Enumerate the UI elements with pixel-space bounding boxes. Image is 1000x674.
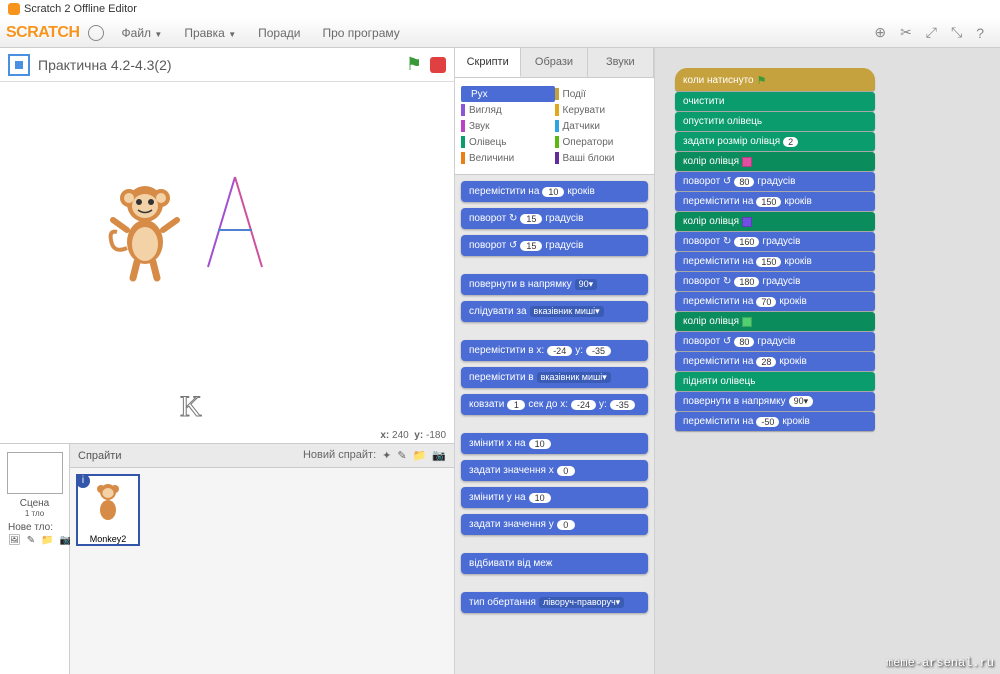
block-turn-cw[interactable]: поворот ↻15градусів [461,208,648,229]
cat-operators[interactable]: Оператори [555,134,649,150]
script-move-4[interactable]: перемістити на28кроків [675,352,875,371]
new-sprite-label: Новий спрайт: [303,449,376,462]
script-point-dir[interactable]: повернути в напрямку90▾ [675,392,875,411]
script-turn-3[interactable]: поворот ↻180градусів [675,272,875,291]
script-pen-up[interactable]: підняти олівець [675,372,875,391]
backdrop-count: 1 тло [4,509,65,518]
scene-label: Сцена [4,498,65,509]
toolbar-tools: ⊕ ✂ ⤢ ⤡ ? [874,24,994,41]
sprite-library-icon[interactable]: ✦ [382,449,391,462]
menu-bar: SCRATCH Файл ▼ Правка ▼ Поради Про прогр… [0,18,1000,48]
script-clear[interactable]: очистити [675,92,875,111]
sprite-monkey[interactable] [105,182,185,282]
stage-canvas[interactable]: K x: 240 y: -180 [0,82,454,444]
drawn-letter-a [200,172,270,272]
letter-k-outline: K [180,390,202,424]
sprite-camera-icon[interactable]: 📷 [432,449,446,462]
backdrop-thumb[interactable] [7,452,63,494]
menu-about[interactable]: Про програму [312,22,409,44]
cat-events[interactable]: Події [555,86,649,102]
cat-more[interactable]: Ваші блоки [555,150,649,166]
script-move-1[interactable]: перемістити на150кроків [675,192,875,211]
help-icon[interactable]: ? [976,25,984,41]
fullscreen-icon[interactable] [8,54,30,76]
tab-scripts[interactable]: Скрипти [455,48,521,77]
block-point-direction[interactable]: повернути в напрямку90▾ [461,274,648,295]
sprite-upload-icon[interactable]: 📁 [413,449,427,462]
block-move-steps[interactable]: перемістити на10кроків [461,181,648,202]
stamp-icon[interactable]: ⊕ [874,24,886,41]
block-palette: перемістити на10кроків поворот ↻15градус… [455,175,654,674]
script-move-2[interactable]: перемістити на150кроків [675,252,875,271]
green-flag-icon[interactable]: ⚑ [406,54,422,75]
sprites-panel: Спрайти Новий спрайт: ✦ ✎ 📁 📷 i [70,444,454,674]
menu-file[interactable]: Файл ▼ [112,22,173,44]
cat-data[interactable]: Величини [461,150,555,166]
block-set-x[interactable]: задати значення x0 [461,460,648,481]
bg-library-icon[interactable]: 🖼 [8,535,21,546]
block-turn-ccw[interactable]: поворот ↺15градусів [461,235,648,256]
shrink-icon[interactable]: ⤡ [951,24,962,41]
block-bounce[interactable]: відбивати від меж [461,553,648,574]
block-change-y[interactable]: змінити y на10 [461,487,648,508]
script-move-last[interactable]: перемістити на-50кроків [675,412,875,431]
grow-icon[interactable]: ⤢ [926,24,937,41]
stage-header: v460 Практична 4.2-4.3(2) ⚑ [0,48,454,82]
menu-edit[interactable]: Правка ▼ [174,22,246,44]
new-backdrop-label: Нове тло: 🖼 ✎ 📁 📷 [4,518,65,550]
sprite-info-icon[interactable]: i [76,474,90,488]
stop-button[interactable] [430,57,446,73]
block-goto[interactable]: перемістити ввказівник миші▾ [461,367,648,388]
scripts-area[interactable]: коли натиснуто⚑ очистити опустити олівец… [655,48,1000,674]
tab-sounds[interactable]: Звуки [588,48,654,77]
bg-upload-icon[interactable]: 📁 [41,535,53,546]
block-rotation-style[interactable]: тип обертанняліворуч-праворуч▾ [461,592,648,613]
script-turn-2[interactable]: поворот ↻160градусів [675,232,875,251]
window-title-bar: Scratch 2 Offline Editor [0,0,1000,18]
mouse-coords: x: 240 y: -180 [380,430,446,441]
tab-costumes[interactable]: Образи [521,48,587,77]
script-pen-size[interactable]: задати розмір олівця2 [675,132,875,151]
block-set-y[interactable]: задати значення y0 [461,514,648,535]
scratch-logo[interactable]: SCRATCH [6,24,80,42]
scratch-app-icon [8,3,20,15]
script-pen-color-2[interactable]: колір олівця [675,212,875,231]
cat-pen[interactable]: Олівець [461,134,555,150]
sprite-thumb-monkey2[interactable]: i Monkey2 [76,474,140,546]
block-categories: РухПодії ВиглядКерувати ЗвукДатчики Олів… [455,78,654,175]
sprite-paint-icon[interactable]: ✎ [397,449,406,462]
tabs: Скрипти Образи Звуки [455,48,654,78]
window-title: Scratch 2 Offline Editor [24,3,137,15]
script-pen-color-3[interactable]: колір олівця [675,312,875,331]
sprites-label: Спрайти [78,450,121,462]
cat-sound[interactable]: Звук [461,118,555,134]
language-icon[interactable] [88,25,104,41]
cat-control[interactable]: Керувати [555,102,649,118]
watermark: meme-arsenal.ru [886,656,994,670]
bg-paint-icon[interactable]: ✎ [27,535,35,546]
cat-looks[interactable]: Вигляд [461,102,555,118]
script-turn-1[interactable]: поворот ↺80градусів [675,172,875,191]
script-hat-flag[interactable]: коли натиснуто⚑ [675,68,875,91]
script-pen-down[interactable]: опустити олівець [675,112,875,131]
cut-icon[interactable]: ✂ [900,24,912,41]
backdrop-panel: Сцена 1 тло Нове тло: 🖼 ✎ 📁 📷 [0,444,70,674]
sprite-name: Monkey2 [78,534,138,544]
block-glide[interactable]: ковзати1сек до x:-24y:-35 [461,394,648,415]
cat-motion[interactable]: Рух [461,86,555,102]
project-title[interactable]: Практична 4.2-4.3(2) [38,57,406,73]
block-change-x[interactable]: змінити x на10 [461,433,648,454]
block-goto-xy[interactable]: перемістити в x:-24y:-35 [461,340,648,361]
script-pen-color-1[interactable]: колір олівця [675,152,875,171]
menu-tips[interactable]: Поради [248,22,310,44]
script-move-3[interactable]: перемістити на70кроків [675,292,875,311]
script-turn-4[interactable]: поворот ↺80градусів [675,332,875,351]
block-point-towards[interactable]: слідувати завказівник миші▾ [461,301,648,322]
cat-sensing[interactable]: Датчики [555,118,649,134]
